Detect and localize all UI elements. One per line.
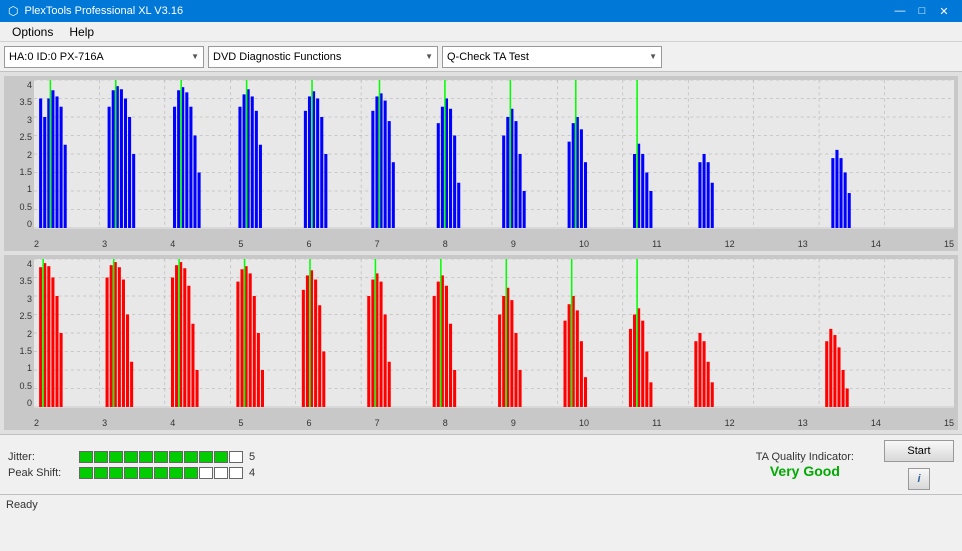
jitter-seg-9 bbox=[199, 451, 213, 463]
top-chart-x-axis: 2 3 4 5 6 7 8 9 10 11 12 13 14 15 bbox=[34, 239, 954, 249]
ps-seg-5 bbox=[139, 467, 153, 479]
maximize-button[interactable]: □ bbox=[912, 4, 932, 18]
jitter-seg-5 bbox=[139, 451, 153, 463]
function-dropdown-value: DVD Diagnostic Functions bbox=[213, 51, 341, 63]
jitter-seg-1 bbox=[79, 451, 93, 463]
bottom-chart: 4 3.5 3 2.5 2 1.5 1 0.5 0 bbox=[4, 255, 958, 430]
ps-seg-9 bbox=[199, 467, 213, 479]
toolbar: HA:0 ID:0 PX-716A ▼ DVD Diagnostic Funct… bbox=[0, 42, 962, 72]
bottom-chart-y-axis: 4 3.5 3 2.5 2 1.5 1 0.5 0 bbox=[8, 259, 34, 408]
ps-seg-2 bbox=[94, 467, 108, 479]
ps-seg-10 bbox=[214, 467, 228, 479]
ps-seg-11 bbox=[229, 467, 243, 479]
ps-seg-4 bbox=[124, 467, 138, 479]
buttons-area: Start i bbox=[884, 440, 954, 490]
jitter-seg-6 bbox=[154, 451, 168, 463]
jitter-seg-4 bbox=[124, 451, 138, 463]
close-button[interactable]: ✕ bbox=[934, 4, 954, 18]
function-dropdown[interactable]: DVD Diagnostic Functions ▼ bbox=[208, 46, 438, 68]
top-chart: 4 3.5 3 2.5 2 1.5 1 0.5 0 bbox=[4, 76, 958, 251]
ps-seg-1 bbox=[79, 467, 93, 479]
jitter-seg-2 bbox=[94, 451, 108, 463]
peak-shift-row: Peak Shift: 4 bbox=[8, 467, 726, 479]
jitter-meter bbox=[79, 451, 243, 463]
metrics-area: Jitter: 5 Peak Shift: bbox=[8, 451, 726, 479]
ps-seg-6 bbox=[154, 467, 168, 479]
bottom-chart-svg bbox=[34, 259, 954, 408]
peak-shift-value: 4 bbox=[249, 467, 255, 479]
menu-options[interactable]: Options bbox=[4, 23, 61, 41]
ps-seg-3 bbox=[109, 467, 123, 479]
test-dropdown-arrow: ▼ bbox=[649, 52, 657, 61]
bottom-chart-inner bbox=[34, 259, 954, 408]
status-text: Ready bbox=[6, 499, 38, 511]
start-button[interactable]: Start bbox=[884, 440, 954, 462]
ps-seg-8 bbox=[184, 467, 198, 479]
peak-shift-label: Peak Shift: bbox=[8, 467, 73, 479]
test-dropdown[interactable]: Q-Check TA Test ▼ bbox=[442, 46, 662, 68]
ta-quality-area: TA Quality Indicator: Very Good bbox=[726, 451, 884, 479]
device-dropdown[interactable]: HA:0 ID:0 PX-716A ▼ bbox=[4, 46, 204, 68]
bottom-panel: Jitter: 5 Peak Shift: bbox=[0, 434, 962, 494]
info-button[interactable]: i bbox=[908, 468, 930, 490]
device-dropdown-arrow: ▼ bbox=[191, 52, 199, 61]
top-chart-svg bbox=[34, 80, 954, 229]
top-chart-inner bbox=[34, 80, 954, 229]
jitter-seg-11 bbox=[229, 451, 243, 463]
jitter-seg-7 bbox=[169, 451, 183, 463]
jitter-seg-3 bbox=[109, 451, 123, 463]
charts-area: 4 3.5 3 2.5 2 1.5 1 0.5 0 bbox=[0, 72, 962, 434]
title-bar: ⬡ PlexTools Professional XL V3.16 — □ ✕ bbox=[0, 0, 962, 22]
app-icon: ⬡ bbox=[8, 4, 18, 18]
function-dropdown-arrow: ▼ bbox=[425, 52, 433, 61]
status-bar: Ready bbox=[0, 494, 962, 514]
device-dropdown-value: HA:0 ID:0 PX-716A bbox=[9, 51, 104, 63]
minimize-button[interactable]: — bbox=[890, 4, 910, 18]
menu-help[interactable]: Help bbox=[61, 23, 102, 41]
top-chart-y-axis: 4 3.5 3 2.5 2 1.5 1 0.5 0 bbox=[8, 80, 34, 229]
ta-quality-label: TA Quality Indicator: bbox=[756, 451, 854, 463]
peak-shift-meter bbox=[79, 467, 243, 479]
jitter-value: 5 bbox=[249, 451, 255, 463]
jitter-label: Jitter: bbox=[8, 451, 73, 463]
ps-seg-7 bbox=[169, 467, 183, 479]
jitter-row: Jitter: 5 bbox=[8, 451, 726, 463]
test-dropdown-value: Q-Check TA Test bbox=[447, 51, 529, 63]
menu-bar: Options Help bbox=[0, 22, 962, 42]
jitter-seg-8 bbox=[184, 451, 198, 463]
jitter-seg-10 bbox=[214, 451, 228, 463]
bottom-chart-x-axis: 2 3 4 5 6 7 8 9 10 11 12 13 14 15 bbox=[34, 418, 954, 428]
app-title: PlexTools Professional XL V3.16 bbox=[24, 5, 183, 17]
ta-quality-value: Very Good bbox=[770, 463, 840, 479]
window-controls: — □ ✕ bbox=[890, 4, 954, 18]
